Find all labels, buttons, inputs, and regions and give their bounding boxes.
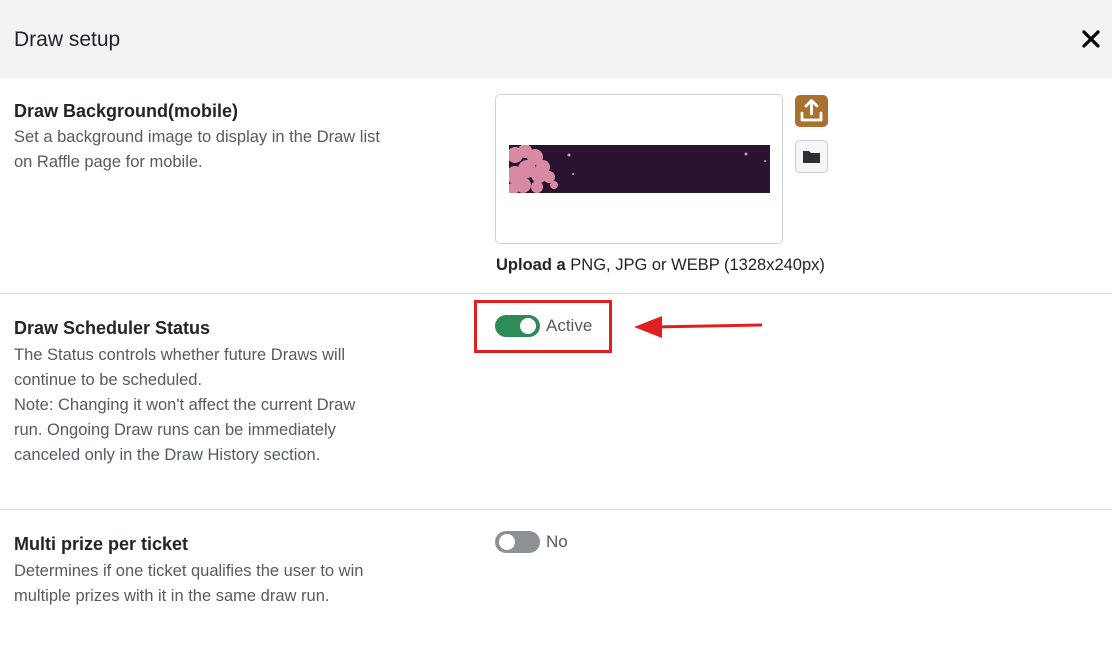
close-icon[interactable] <box>1078 26 1104 52</box>
browse-folder-button[interactable] <box>795 140 828 173</box>
multi-prize-description: Determines if one ticket qualifies the u… <box>14 562 364 605</box>
upload-hint-bold: Upload a <box>496 256 566 274</box>
modal-header: Draw setup <box>0 0 1112 78</box>
multi-prize-title: Multi prize per ticket <box>14 534 189 554</box>
multi-prize-label: No <box>546 532 568 551</box>
scheduler-title: Draw Scheduler Status <box>14 318 211 338</box>
background-preview-image <box>509 145 770 193</box>
upload-hint: Upload a PNG, JPG or WEBP (1328x240px) <box>496 254 825 276</box>
upload-hint-formats: PNG, JPG or WEBP (1328x240px) <box>565 256 825 274</box>
toggle-knob <box>499 534 515 550</box>
multi-prize-toggle[interactable] <box>495 531 540 553</box>
scheduler-description-2: Note: Changing it won't affect the curre… <box>14 396 356 464</box>
image-dropzone[interactable] <box>495 94 783 244</box>
upload-button[interactable] <box>795 95 828 127</box>
background-description: Set a background image to display in the… <box>14 128 380 171</box>
upload-icon <box>800 99 823 122</box>
scheduler-description-1: The Status controls whether future Draws… <box>14 346 346 389</box>
background-title: Draw Background(mobile) <box>14 101 239 121</box>
modal-title: Draw setup <box>14 28 121 51</box>
multi-prize-section: Multi prize per ticket Determines if one… <box>0 509 1112 647</box>
annotation-highlight-box <box>474 300 612 353</box>
annotation-arrow-icon <box>634 316 763 338</box>
folder-icon <box>803 151 820 163</box>
